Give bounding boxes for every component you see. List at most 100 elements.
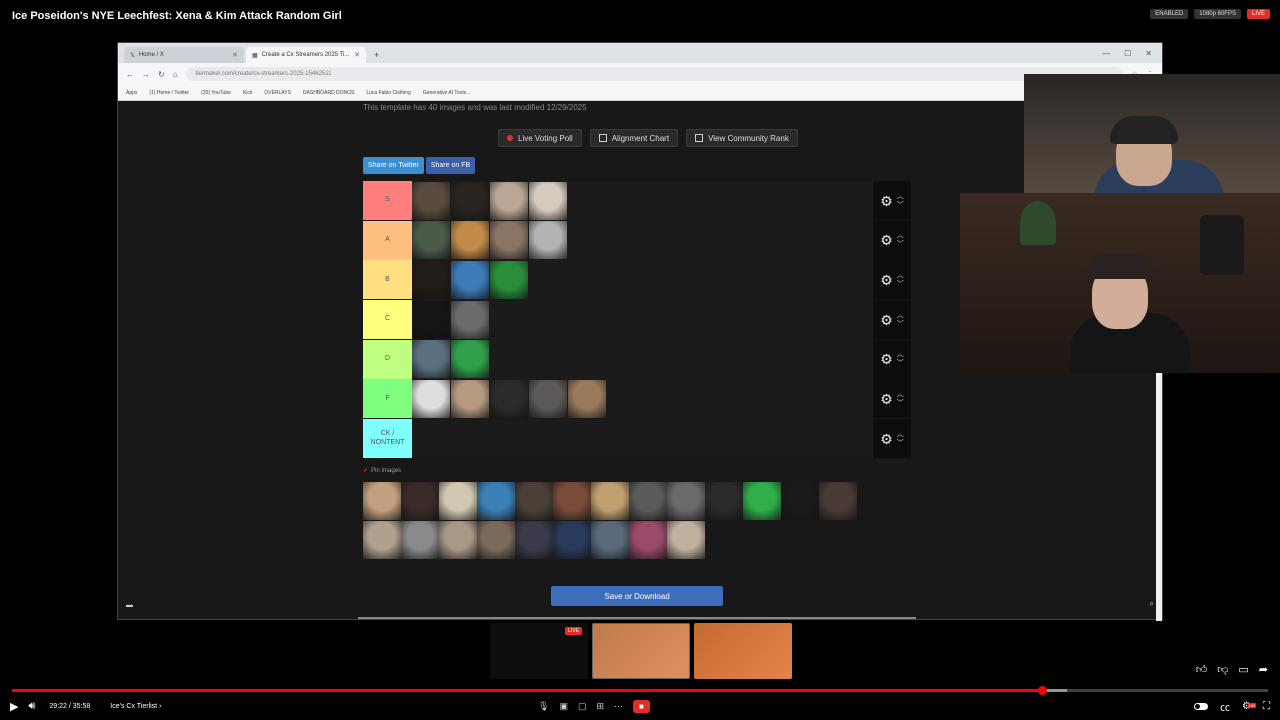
share-twitter-button[interactable]: Share on Twitter bbox=[363, 157, 424, 174]
pool-image[interactable] bbox=[439, 521, 477, 559]
tier-image[interactable] bbox=[412, 260, 450, 299]
dislike-icon[interactable]: 👎︎ bbox=[1217, 663, 1228, 676]
tier-image[interactable] bbox=[529, 379, 567, 418]
chevron-down-icon[interactable]: ﹀ bbox=[897, 240, 904, 249]
chevron-down-icon[interactable]: ﹀ bbox=[897, 439, 904, 448]
share-icon[interactable]: ➦ bbox=[1259, 663, 1268, 676]
chevron-down-icon[interactable]: ﹀ bbox=[897, 201, 904, 210]
bookmark-item[interactable]: (20) YouTube bbox=[201, 90, 231, 96]
url-input[interactable]: tiermaker.com/create/cx-streamers-2025-1… bbox=[185, 67, 1123, 81]
pool-image[interactable] bbox=[705, 482, 743, 520]
tier-image[interactable] bbox=[529, 181, 567, 220]
play-icon[interactable]: ▶ bbox=[10, 700, 18, 713]
bookmark-item[interactable]: (1) Home / Twitter bbox=[149, 90, 189, 96]
pool-image[interactable] bbox=[667, 482, 705, 520]
pool-image[interactable] bbox=[515, 521, 553, 559]
chevron-up-icon[interactable]: ︿ bbox=[897, 350, 904, 359]
pin-images-toggle[interactable]: ✔ Pin Images bbox=[363, 467, 401, 474]
forward-icon[interactable]: → bbox=[142, 70, 150, 79]
community-rank-button[interactable]: View Community Rank bbox=[686, 129, 798, 147]
gear-icon[interactable]: ⚙ bbox=[880, 233, 893, 247]
pool-image[interactable] bbox=[553, 482, 591, 520]
pool-image[interactable] bbox=[591, 482, 629, 520]
close-window-icon[interactable]: ✕ bbox=[1145, 49, 1152, 58]
progress-knob[interactable] bbox=[1037, 686, 1047, 695]
scene-thumbnail[interactable]: LIVE bbox=[490, 623, 588, 679]
pool-image[interactable] bbox=[477, 482, 515, 520]
tab-tiermaker[interactable]: ▦ Create a Cx Streamers 2025 Ti... ✕ bbox=[246, 47, 366, 63]
chevron-up-icon[interactable]: ︿ bbox=[897, 311, 904, 320]
chevron-down-icon[interactable]: ﹀ bbox=[897, 399, 904, 408]
tier-image[interactable] bbox=[412, 181, 450, 220]
chevron-up-icon[interactable]: ︿ bbox=[897, 192, 904, 201]
chevron-down-icon[interactable]: ﹀ bbox=[897, 320, 904, 329]
chevron-down-icon[interactable]: ﹀ bbox=[897, 359, 904, 368]
tier-image[interactable] bbox=[451, 221, 489, 260]
pool-image[interactable] bbox=[401, 521, 439, 559]
tier-label[interactable]: F bbox=[363, 379, 412, 419]
tier-image[interactable] bbox=[451, 300, 489, 339]
pool-image[interactable] bbox=[401, 482, 439, 520]
pool-image[interactable] bbox=[363, 521, 401, 559]
live-voting-button[interactable]: Live Voting Poll bbox=[498, 129, 582, 147]
tier-image[interactable] bbox=[568, 379, 606, 418]
alignment-chart-button[interactable]: Alignment Chart bbox=[589, 129, 679, 147]
chevron-up-icon[interactable]: ︿ bbox=[897, 231, 904, 240]
scene-thumbnail[interactable] bbox=[694, 623, 792, 679]
tier-label[interactable]: D bbox=[363, 339, 412, 379]
pool-image[interactable] bbox=[629, 482, 667, 520]
tier-image[interactable] bbox=[451, 260, 489, 299]
pool-image[interactable] bbox=[781, 482, 819, 520]
more-icon[interactable]: ⋯ bbox=[614, 701, 623, 712]
horizontal-scrollbar[interactable] bbox=[358, 617, 916, 619]
pool-image[interactable] bbox=[363, 482, 401, 520]
bookmark-item[interactable]: OVERLAYS bbox=[264, 90, 291, 96]
tier-label[interactable]: S bbox=[363, 181, 412, 220]
gear-icon[interactable]: ⚙ bbox=[880, 392, 893, 406]
chevron-up-icon[interactable]: ︿ bbox=[897, 390, 904, 399]
captions-icon[interactable]: ㏄ bbox=[1220, 699, 1230, 714]
close-tab-icon[interactable]: ✕ bbox=[354, 51, 360, 59]
maximize-icon[interactable]: ☐ bbox=[1124, 49, 1131, 58]
gear-icon[interactable]: ⚙ bbox=[880, 194, 893, 208]
tier-image[interactable] bbox=[412, 221, 450, 260]
tier-label[interactable]: CK / NONTENT bbox=[363, 419, 412, 459]
share-fb-button[interactable]: Share on FB bbox=[425, 157, 476, 174]
chevron-up-icon[interactable]: ︿ bbox=[897, 271, 904, 280]
back-icon[interactable]: ← bbox=[126, 70, 134, 79]
tier-label[interactable]: A bbox=[363, 220, 412, 260]
tier-image[interactable] bbox=[490, 221, 528, 260]
mic-icon[interactable]: 🎙︎ bbox=[538, 701, 549, 712]
like-icon[interactable]: 👍︎ bbox=[1196, 663, 1208, 676]
tier-image[interactable] bbox=[490, 379, 528, 418]
pool-image[interactable] bbox=[591, 521, 629, 559]
gear-icon[interactable]: ⚙ bbox=[880, 352, 893, 366]
fullscreen-icon[interactable]: ⛶ bbox=[1263, 701, 1270, 712]
tier-image[interactable] bbox=[412, 340, 450, 379]
pool-image[interactable] bbox=[553, 521, 591, 559]
tier-image[interactable] bbox=[490, 181, 528, 220]
scene-thumbnail[interactable] bbox=[592, 623, 690, 679]
bookmark-item[interactable]: Apps bbox=[126, 90, 137, 96]
screen-icon[interactable]: ▢ bbox=[578, 701, 587, 712]
bookmark-item[interactable]: Luca Fabio Clothing bbox=[366, 90, 410, 96]
stop-stream-button[interactable]: ■ bbox=[633, 699, 650, 713]
reload-icon[interactable]: ↻ bbox=[158, 70, 165, 79]
comment-icon[interactable]: ▭ bbox=[1238, 663, 1248, 676]
tier-image[interactable] bbox=[412, 379, 450, 418]
save-download-button[interactable]: Save or Download bbox=[551, 586, 723, 606]
volume-icon[interactable]: 🔊︎ bbox=[28, 700, 35, 713]
pool-image[interactable] bbox=[477, 521, 515, 559]
tier-image[interactable] bbox=[451, 181, 489, 220]
new-tab-button[interactable]: + bbox=[368, 47, 385, 63]
bookmark-item[interactable]: Kick bbox=[243, 90, 252, 96]
chapter-title[interactable]: Ice's Cx Tierlist › bbox=[110, 703, 161, 710]
bookmark-item[interactable]: DASHBOARD DONOS bbox=[303, 90, 354, 96]
home-icon[interactable]: ⌂ bbox=[173, 70, 178, 79]
tier-label[interactable]: C bbox=[363, 300, 412, 340]
pool-image[interactable] bbox=[439, 482, 477, 520]
tab-home-x[interactable]: 𝕏 Home / X ✕ bbox=[124, 47, 244, 63]
scrollbar[interactable] bbox=[1156, 371, 1162, 621]
pool-image[interactable] bbox=[819, 482, 857, 520]
tier-image[interactable] bbox=[412, 300, 450, 339]
